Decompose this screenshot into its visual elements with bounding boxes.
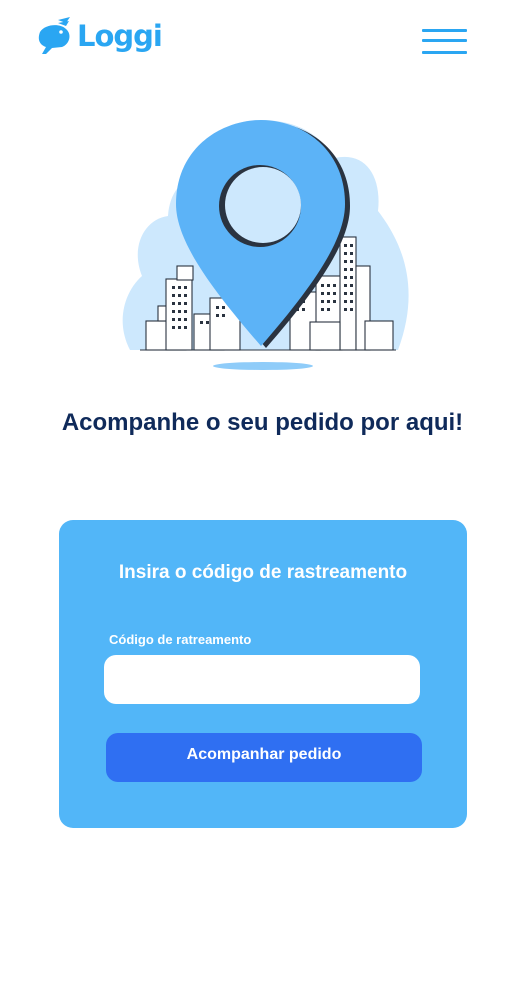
menu-line [422, 51, 467, 54]
logo-text: Loggi [77, 19, 163, 53]
tracking-code-input[interactable] [104, 655, 420, 704]
loggi-logo[interactable]: Loggi [36, 16, 163, 56]
menu-line [422, 29, 467, 32]
hamburger-menu-icon[interactable] [420, 27, 468, 55]
rabbit-logo-icon [38, 17, 70, 54]
top-header: Loggi [0, 0, 525, 80]
tracking-card: Insira o código de rastreamento Código d… [59, 520, 467, 828]
tracking-code-label: Código de ratreamento [109, 632, 252, 647]
map-pin-city-illustration [122, 120, 409, 370]
card-title: Insira o código de rastreamento [118, 562, 408, 583]
track-order-button[interactable]: Acompanhar pedido [106, 733, 422, 782]
page-headline: Acompanhe o seu pedido por aqui! [61, 409, 464, 436]
menu-line [422, 39, 467, 42]
